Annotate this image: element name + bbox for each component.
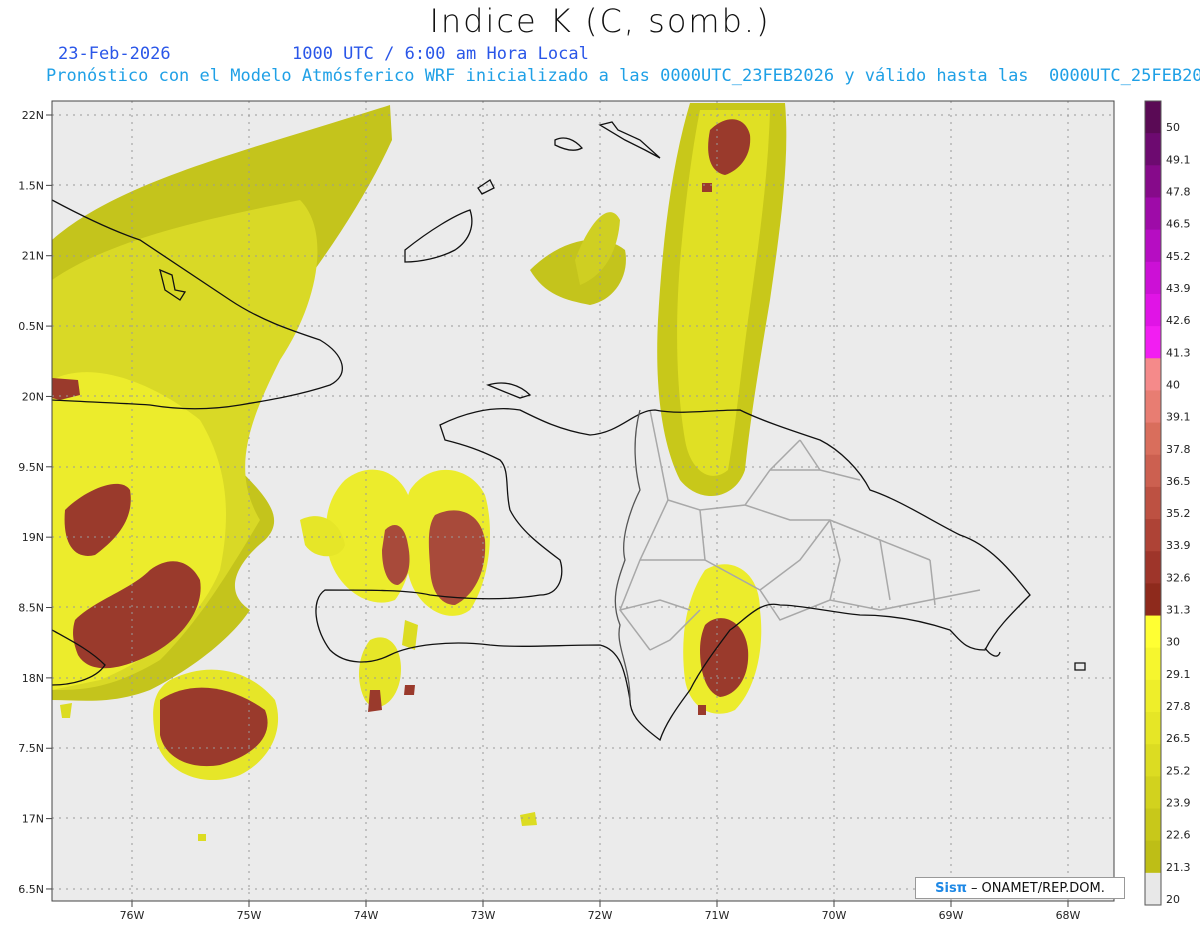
- lat-tick-label: 0.5N: [18, 320, 44, 333]
- credit-dash: –: [970, 880, 978, 896]
- colorbar-swatch: [1145, 133, 1161, 166]
- colorbar-swatch: [1145, 101, 1161, 134]
- colorbar-label: 46.5: [1166, 218, 1191, 231]
- colorbar-label: 39.1: [1166, 411, 1191, 424]
- lat-tick-label: 9.5N: [18, 461, 44, 474]
- lon-tick-label: 71W: [705, 909, 730, 922]
- colorbar-swatch: [1145, 776, 1161, 810]
- colorbar-label: 29.1: [1166, 668, 1191, 681]
- colorbar-swatch: [1145, 712, 1161, 745]
- lat-tick-label: 18N: [22, 672, 44, 685]
- colorbar-swatch: [1145, 261, 1161, 295]
- colorbar-swatch: [1145, 486, 1161, 520]
- colorbar-label: 36.5: [1166, 475, 1191, 488]
- colorbar-label: 21.3: [1166, 861, 1191, 874]
- colorbar-swatch: [1145, 390, 1161, 424]
- colorbar-swatch: [1145, 647, 1161, 681]
- colorbar-swatch: [1145, 551, 1161, 584]
- colorbar: 50 49.1 47.8 46.5 45.2 43.9 42.6 41.3 40 39.1 37.8…: [1144, 100, 1191, 906]
- lat-tick-label: 20N: [22, 390, 44, 403]
- lon-tick-label: 74W: [354, 909, 379, 922]
- colorbar-label: 35.2: [1166, 507, 1191, 520]
- colorbar-label: 47.8: [1166, 186, 1191, 199]
- credit-text: ONAMET/REP.DOM.: [981, 880, 1105, 896]
- colorbar-label: 30: [1166, 636, 1180, 649]
- colorbar-swatch: [1145, 840, 1161, 874]
- lon-tick-label: 76W: [120, 909, 145, 922]
- colorbar-swatch: [1145, 583, 1161, 617]
- lat-tick-label: 22N: [22, 109, 44, 122]
- colorbar-label: 45.2: [1166, 250, 1191, 263]
- colorbar-swatch: [1145, 615, 1161, 649]
- lat-tick-label: 8.5N: [18, 602, 44, 615]
- colorbar-label: 27.8: [1166, 700, 1191, 713]
- lon-tick-label: 72W: [588, 909, 613, 922]
- colorbar-label: 32.6: [1166, 571, 1191, 584]
- colorbar-swatch: [1145, 165, 1161, 198]
- lat-tick-label: 21N: [22, 250, 44, 263]
- longitude-axis: 76W 75W 74W 73W 72W 71W 70W 69W 68W: [120, 901, 1081, 922]
- colorbar-label: 33.9: [1166, 539, 1191, 552]
- lon-tick-label: 75W: [237, 909, 262, 922]
- colorbar-label: 31.3: [1166, 604, 1191, 617]
- lon-tick-label: 73W: [471, 909, 496, 922]
- colorbar-swatch: [1145, 422, 1161, 456]
- colorbar-swatch: [1145, 872, 1161, 906]
- sispi-logo: Sisπ: [935, 880, 967, 896]
- colorbar-swatch: [1145, 229, 1161, 263]
- colorbar-swatch: [1145, 744, 1161, 777]
- lon-tick-label: 69W: [939, 909, 964, 922]
- colorbar-swatch: [1145, 679, 1161, 713]
- colorbar-swatch: [1145, 197, 1161, 231]
- colorbar-label: 37.8: [1166, 443, 1191, 456]
- lon-tick-label: 68W: [1056, 909, 1081, 922]
- colorbar-swatch: [1145, 519, 1161, 552]
- colorbar-label: 42.6: [1166, 314, 1191, 327]
- lat-tick-label: 19N: [22, 531, 44, 544]
- lat-tick-label: 6.5N: [18, 883, 44, 896]
- colorbar-label: 20: [1166, 893, 1180, 906]
- colorbar-label: 40: [1166, 378, 1180, 391]
- map-canvas: 22N 1.5N 21N 0.5N 20N 9.5N 19N 8.5N 18N 7.5N 17N 6.…: [18, 100, 1191, 922]
- colorbar-label: 43.9: [1166, 282, 1191, 295]
- credit-box: Sisπ – ONAMET/REP.DOM.: [915, 877, 1125, 899]
- colorbar-swatch: [1145, 808, 1161, 842]
- colorbar-swatch: [1145, 454, 1161, 488]
- colorbar-swatch: [1145, 326, 1161, 359]
- latitude-axis: 22N 1.5N 21N 0.5N 20N 9.5N 19N 8.5N 18N 7.5N 17N 6.…: [18, 109, 52, 896]
- colorbar-label: 26.5: [1166, 732, 1191, 745]
- lon-tick-label: 70W: [822, 909, 847, 922]
- colorbar-label: 41.3: [1166, 346, 1191, 359]
- colorbar-label: 25.2: [1166, 764, 1191, 777]
- colorbar-label: 50: [1166, 121, 1180, 134]
- lat-tick-label: 7.5N: [18, 742, 44, 755]
- colorbar-swatch: [1145, 358, 1161, 391]
- lat-tick-label: 1.5N: [18, 179, 44, 192]
- colorbar-label: 22.6: [1166, 829, 1191, 842]
- lat-tick-label: 17N: [22, 813, 44, 826]
- colorbar-swatch: [1145, 293, 1161, 327]
- colorbar-label: 49.1: [1166, 153, 1191, 166]
- colorbar-label: 23.9: [1166, 797, 1191, 810]
